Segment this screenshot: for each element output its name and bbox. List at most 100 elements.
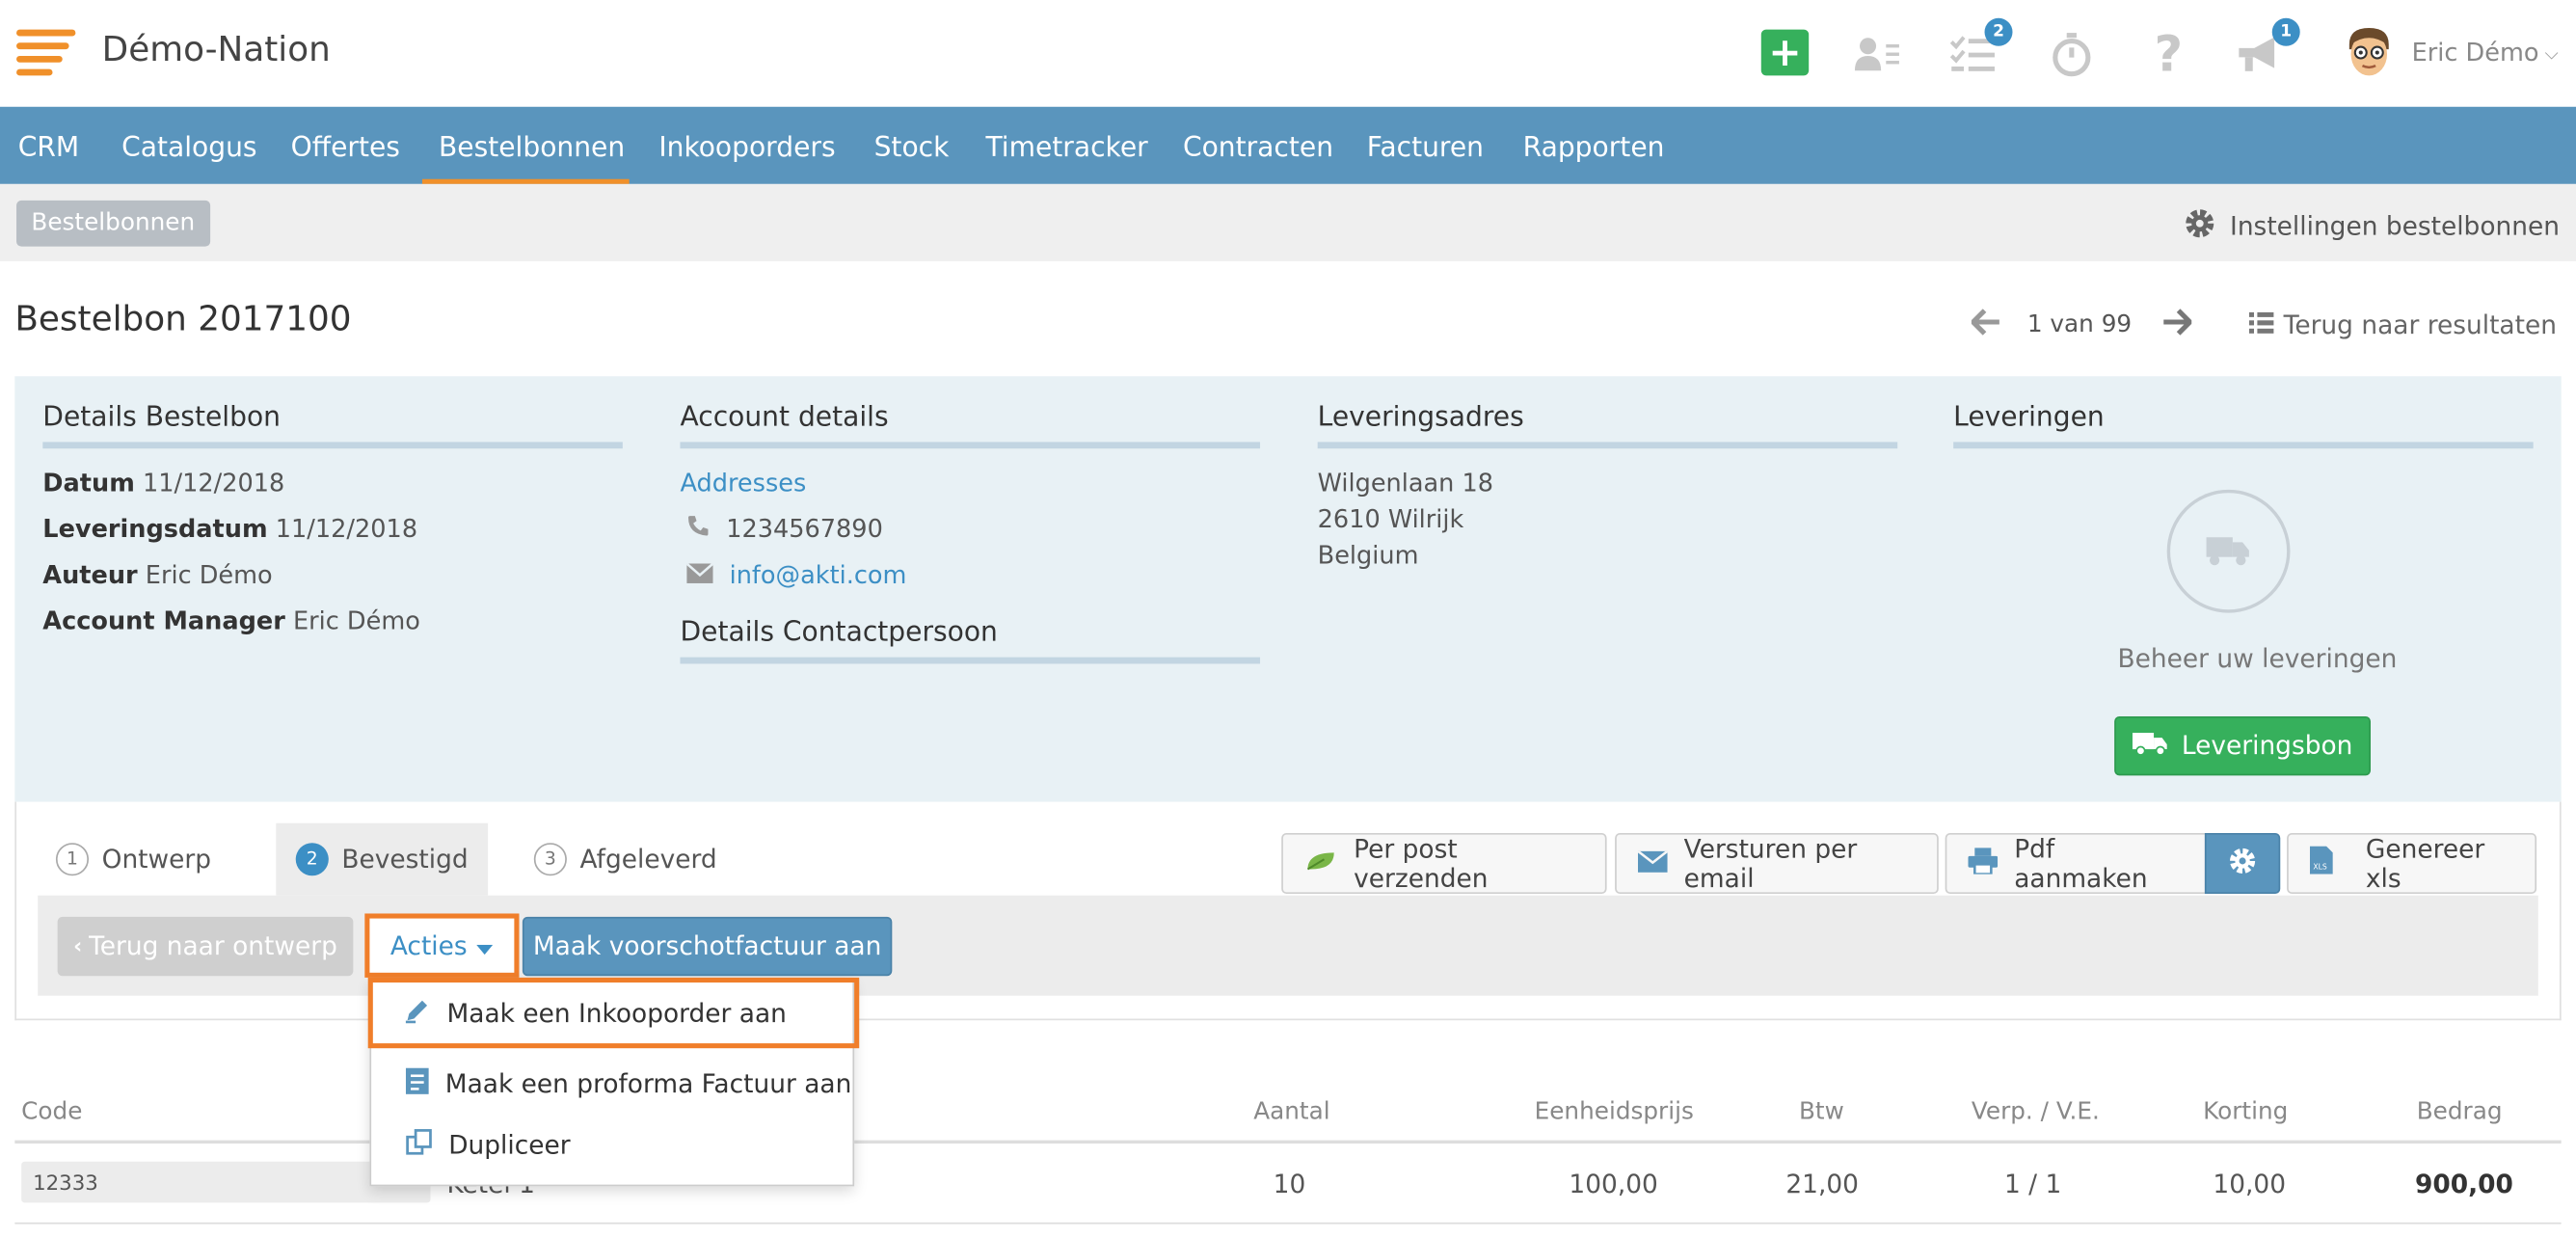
svg-text:XLS: XLS (2313, 862, 2327, 871)
pencil-icon (404, 997, 430, 1030)
order-details: Details Bestelbon Datum 11/12/2018 Lever… (42, 401, 623, 636)
generate-xls-button[interactable]: XLS Genereer xls (2287, 832, 2537, 895)
pdf-settings-button[interactable] (2204, 832, 2281, 895)
help-icon[interactable]: ? (2144, 25, 2193, 83)
phone-number: 1234567890 (726, 514, 883, 545)
nav-item-crm[interactable]: CRM (2, 107, 96, 184)
detail-row: Account Manager Eric Démo (42, 606, 623, 636)
breadcrumb[interactable]: Bestelbonnen (16, 200, 210, 247)
detail-row: Datum 11/12/2018 (42, 469, 623, 498)
nav-item-catalogus[interactable]: Catalogus (105, 107, 274, 184)
send-by-post-label: Per post verzenden (1354, 833, 1489, 894)
avatar[interactable] (2343, 25, 2396, 81)
column-header-btw: Btw (1798, 1099, 1844, 1126)
send-by-email-button[interactable]: Versturen per email (1615, 832, 1939, 895)
address-line: Wilgenlaan 18 (1317, 468, 1494, 498)
top-bar: Démo-Nation + 2 ? 1 Eric Démo ⌵ (0, 0, 2576, 107)
app-title: Démo-Nation (101, 29, 331, 69)
step-label: Ontwerp (101, 844, 212, 875)
back-to-draft-button[interactable]: ‹ Terug naar ontwerp (57, 916, 354, 977)
menu-item-create-proforma-invoice[interactable]: Maak een proforma Factuur aan (371, 1053, 856, 1114)
user-name[interactable]: Eric Démo (2412, 38, 2539, 67)
chevron-left-icon: ‹ (73, 933, 83, 959)
page-title: Bestelbon 2017100 (14, 299, 352, 339)
caret-down-icon (476, 930, 494, 960)
account-details-heading: Account details (680, 401, 1261, 449)
settings-link[interactable]: Instellingen bestelbonnen (2184, 207, 2560, 247)
step-afgeleverd[interactable]: 3 Afgeleverd (514, 823, 737, 896)
app-root: Démo-Nation + 2 ? 1 Eric Démo ⌵ CRM Cata… (0, 0, 2576, 1238)
delivery-note-label: Leveringsbon (2181, 731, 2353, 761)
menu-item-label: Maak een Inkooporder aan (446, 998, 787, 1028)
truck-icon (2166, 489, 2291, 613)
detail-label: Auteur (42, 560, 138, 590)
detail-value: 11/12/2018 (275, 514, 418, 545)
stopwatch-icon[interactable] (2047, 30, 2096, 79)
step-ontwerp[interactable]: 1 Ontwerp (36, 823, 230, 896)
menu-item-duplicate[interactable]: Dupliceer (371, 1114, 856, 1174)
document-icon (405, 1066, 429, 1100)
nav-item-inkooporders[interactable]: Inkooporders (642, 107, 851, 184)
leaf-icon (1304, 848, 1337, 878)
gear-icon (2184, 207, 2216, 247)
detail-label: Datum (42, 468, 135, 498)
detail-value: Eric Démo (145, 560, 273, 590)
deliveries-heading: Leveringen (1953, 401, 2534, 449)
nav-item-stock[interactable]: Stock (858, 107, 966, 184)
send-by-post-button[interactable]: Per post verzenden (1281, 832, 1607, 895)
discount-cell[interactable]: 10,00 (2213, 1170, 2286, 1199)
step-bevestigd[interactable]: 2 Bevestigd (276, 822, 489, 896)
step-number: 2 (295, 843, 329, 876)
step-number: 3 (533, 843, 567, 876)
nav-item-rapporten[interactable]: Rapporten (1507, 107, 1681, 184)
tasks-badge: 2 (1984, 17, 2013, 46)
xls-file-icon: XLS (2309, 846, 2333, 881)
back-to-draft-label: Terug naar ontwerp (89, 931, 337, 961)
nav-item-timetracker[interactable]: Timetracker (969, 107, 1164, 184)
menu-item-create-purchase-order[interactable]: Maak een Inkooporder aan (367, 977, 860, 1049)
detail-row: Auteur Eric Démo (42, 560, 623, 590)
back-to-results-link[interactable]: Terug naar resultaten (2248, 310, 2557, 340)
create-advance-invoice-button[interactable]: Maak voorschotfactuur aan (522, 916, 893, 977)
envelope-icon (685, 560, 714, 590)
gear-icon (2228, 846, 2258, 881)
phone-icon (686, 514, 710, 544)
detail-value: 11/12/2018 (142, 468, 285, 498)
vat-cell[interactable]: 21,00 (1785, 1170, 1859, 1199)
column-header-bedrag: Bedrag (2416, 1099, 2503, 1126)
detail-row: Leveringsdatum 11/12/2018 (42, 514, 623, 544)
contacts-icon[interactable] (1853, 30, 1902, 79)
truck-icon (2132, 730, 2168, 763)
email-link[interactable]: info@akti.com (730, 560, 907, 590)
quantity-cell[interactable]: 10 (1274, 1170, 1306, 1199)
detail-label: Leveringsdatum (42, 514, 268, 545)
arrow-right-icon[interactable] (2161, 309, 2193, 341)
unit-price-cell[interactable]: 100,00 (1569, 1170, 1657, 1199)
main-nav: CRM Catalogus Offertes Bestelbonnen Inko… (0, 106, 2576, 184)
create-pdf-button[interactable]: Pdf aanmaken (1945, 832, 2207, 895)
pager-text: 1 van 99 (2026, 311, 2133, 339)
actions-dropdown-button[interactable]: Acties (364, 913, 520, 978)
app-logo-icon[interactable] (16, 29, 76, 79)
actions-menu: Maak een Inkooporder aan Maak een profor… (367, 977, 860, 1187)
chevron-down-icon[interactable]: ⌵ (2545, 42, 2559, 66)
addresses-link[interactable]: Addresses (680, 469, 1260, 498)
column-header-eenheidsprijs: Eenheidsprijs (1534, 1099, 1694, 1126)
amount-cell: 900,00 (2415, 1170, 2513, 1199)
delivery-note-button[interactable]: Leveringsbon (2114, 715, 2371, 776)
quick-add-button[interactable]: + (1760, 29, 1810, 76)
nav-item-offertes[interactable]: Offertes (275, 107, 416, 184)
email-row: info@akti.com (680, 560, 1260, 590)
nav-item-facturen[interactable]: Facturen (1351, 107, 1500, 184)
step-label: Afgeleverd (579, 844, 717, 875)
list-icon (2248, 310, 2274, 340)
create-pdf-label: Pdf aanmaken (2014, 833, 2148, 894)
printer-icon (1968, 847, 1999, 879)
arrow-left-icon[interactable] (1969, 309, 2001, 341)
nav-item-bestelbonnen[interactable]: Bestelbonnen (421, 107, 630, 184)
address-line: 2610 Wilrijk (1317, 504, 1464, 534)
settings-label: Instellingen bestelbonnen (2230, 211, 2560, 242)
detail-value: Eric Démo (292, 606, 420, 636)
delivery-address-heading: Leveringsadres (1317, 401, 1898, 449)
nav-item-contracten[interactable]: Contracten (1167, 107, 1350, 184)
